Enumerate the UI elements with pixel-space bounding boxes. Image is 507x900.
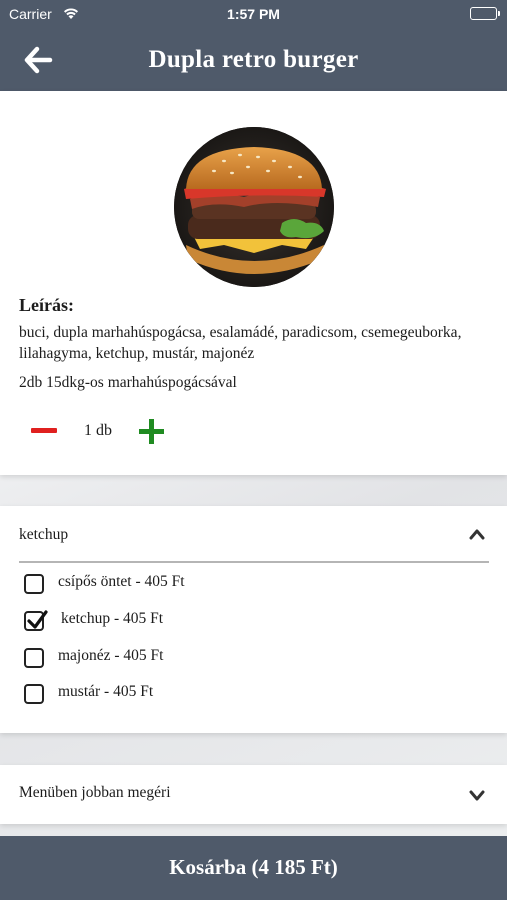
increase-quantity-button[interactable] [139,419,164,444]
menu-accordion-title: Menüben jobban megéri [19,784,171,801]
sauce-option[interactable]: ketchup - 405 Ft [24,609,324,633]
checkmark-icon [27,610,48,629]
nav-bar: Dupla retro burger [0,28,507,91]
menu-accordion-header[interactable]: Menüben jobban megéri [0,765,507,824]
decrease-quantity-button[interactable] [31,424,57,438]
sauce-option-label: mustár - 405 Ft [58,683,154,700]
extra-info-text: 2db 15dkg-os marhahúspogácsával [19,374,237,391]
sauce-accordion-header[interactable]: ketchup [0,506,507,562]
sauce-option-label: ketchup - 405 Ft [61,610,164,627]
sauce-option-label: csípős öntet - 405 Ft [58,573,185,590]
description-text: buci, dupla marhahúspogácsa, esalamádé, … [19,324,462,362]
product-image [174,127,334,287]
burger-photo [174,127,334,287]
sauce-option[interactable]: csípős öntet - 405 Ft [24,572,324,596]
sauce-accordion: ketchup csípős öntet - 405 Ft ketchup - … [0,506,507,733]
sauce-option-label: majonéz - 405 Ft [58,647,164,664]
status-bar: Carrier 1:57 PM [0,0,507,28]
status-time: 1:57 PM [227,6,280,22]
divider [19,561,489,563]
sauce-accordion-title: ketchup [19,526,69,543]
product-card: Leírás: buci, dupla marhahúspogácsa, esa… [0,91,507,475]
add-to-cart-label: Kosárba (4 185 Ft) [169,855,338,879]
description-heading: Leírás: [19,295,74,315]
sauce-option[interactable]: majonéz - 405 Ft [24,646,324,670]
add-to-cart-button[interactable]: Kosárba (4 185 Ft) [0,836,507,900]
checkbox[interactable] [24,648,44,668]
checkbox[interactable] [24,684,44,704]
page-title: Dupla retro burger [148,46,359,73]
sauce-option[interactable]: mustár - 405 Ft [24,682,324,706]
minus-icon [31,428,57,433]
chevron-up-icon [469,529,485,540]
checkbox-checked[interactable] [24,610,48,631]
quantity-value: 1 db [84,422,112,439]
battery-icon [470,7,500,20]
checkbox[interactable] [24,574,44,594]
chevron-down-icon [469,790,485,801]
